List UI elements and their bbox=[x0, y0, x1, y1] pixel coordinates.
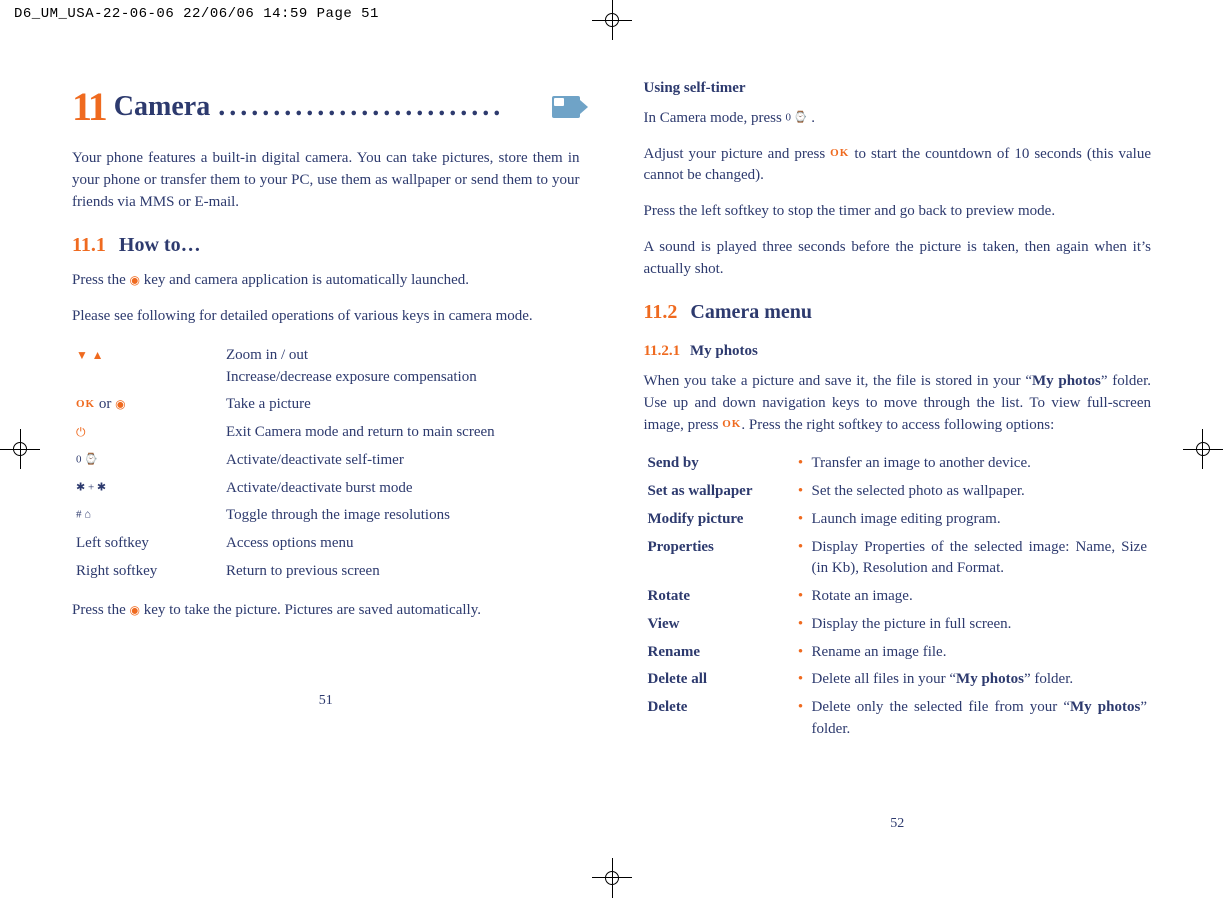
section-title: Camera menu bbox=[690, 301, 812, 323]
key-function-table: ▼ ▲ Zoom in / out Increase/decrease expo… bbox=[72, 342, 580, 586]
page-spread: 11 Camera .......................... You… bbox=[0, 28, 1223, 874]
intro-paragraph: Your phone features a built-in digital c… bbox=[72, 148, 580, 213]
key-desc: Access options menu bbox=[222, 530, 580, 558]
star-key-icon: ✱ + ✱ bbox=[76, 481, 106, 493]
option-name: Rename bbox=[644, 639, 794, 667]
camera-key-icon: ◉ bbox=[130, 273, 140, 287]
option-desc: Display the picture in full screen. bbox=[808, 611, 1152, 639]
key-desc: Activate/deactivate self-timer bbox=[222, 447, 580, 475]
text-run: key to take the picture. Pictures are sa… bbox=[144, 602, 481, 618]
folder-name: My photos bbox=[1070, 699, 1140, 715]
end-key-icon: ⏻ bbox=[76, 425, 86, 439]
chapter-heading: 11 Camera .......................... bbox=[72, 78, 580, 136]
page-number-right: 52 bbox=[644, 814, 1152, 834]
camera-key-icon: ◉ bbox=[115, 397, 125, 411]
key-desc: Exit Camera mode and return to main scre… bbox=[222, 419, 580, 447]
section-heading-11-1: 11.1 How to… bbox=[72, 231, 580, 260]
timer-heading: Using self-timer bbox=[644, 78, 1152, 100]
howto-p2: Please see following for detailed operat… bbox=[72, 306, 580, 328]
option-desc: Display Properties of the selected image… bbox=[808, 534, 1152, 584]
chapter-number: 11 bbox=[72, 78, 106, 136]
section-title: How to… bbox=[119, 234, 201, 256]
option-desc: Launch image editing program. bbox=[808, 506, 1152, 534]
timer-p1: In Camera mode, press 0 ⌚ . bbox=[644, 108, 1152, 130]
left-softkey-label: Left softkey bbox=[72, 530, 222, 558]
text-run: Delete all files in your “ bbox=[812, 671, 957, 687]
right-softkey-label: Right softkey bbox=[72, 558, 222, 586]
text-run: Press the bbox=[72, 272, 130, 288]
ok-key-icon: OK bbox=[830, 146, 849, 162]
hash-key-icon: # ⌂ bbox=[76, 509, 91, 521]
option-desc: Rename an image file. bbox=[808, 639, 1152, 667]
text-run: ” folder. bbox=[1024, 671, 1073, 687]
option-desc: Delete all files in your “My photos” fol… bbox=[808, 666, 1152, 694]
chapter-title: Camera bbox=[114, 87, 210, 128]
text-run: In Camera mode, press bbox=[644, 110, 786, 126]
text-run: Adjust your picture and press bbox=[644, 146, 831, 162]
subsection-heading: 11.2.1 My photos bbox=[644, 341, 1152, 363]
page-left: 11 Camera .......................... You… bbox=[72, 78, 580, 834]
option-name: View bbox=[644, 611, 794, 639]
ok-key-icon: OK bbox=[76, 397, 95, 413]
option-name: Delete all bbox=[644, 666, 794, 694]
folder-name: My photos bbox=[956, 671, 1024, 687]
text-run: . bbox=[811, 110, 815, 126]
key-desc: Take a picture bbox=[222, 391, 580, 419]
option-name: Properties bbox=[644, 534, 794, 584]
option-name: Send by bbox=[644, 450, 794, 478]
option-desc: Transfer an image to another device. bbox=[808, 450, 1152, 478]
nav-up-icon: ▲ bbox=[92, 348, 104, 362]
text-run: When you take a picture and save it, the… bbox=[644, 373, 1033, 389]
option-name: Delete bbox=[644, 694, 794, 744]
option-desc: Set the selected photo as wallpaper. bbox=[808, 478, 1152, 506]
subsection-number: 11.2.1 bbox=[644, 343, 681, 359]
zero-timer-key-icon: 0 ⌚ bbox=[76, 453, 98, 465]
nav-down-icon: ▼ bbox=[76, 348, 88, 362]
ok-key-icon: OK bbox=[722, 417, 741, 433]
zero-timer-key-icon: 0 ⌚ bbox=[786, 111, 808, 123]
howto-p3: Press the ◉ key to take the picture. Pic… bbox=[72, 600, 580, 622]
folder-name: My photos bbox=[1032, 373, 1101, 389]
text-run: . Press the right softkey to access foll… bbox=[741, 417, 1054, 433]
key-desc: Toggle through the image resolutions bbox=[222, 502, 580, 530]
option-desc: Rotate an image. bbox=[808, 583, 1152, 611]
option-desc: Delete only the selected file from your … bbox=[808, 694, 1152, 744]
options-table: Send by•Transfer an image to another dev… bbox=[644, 450, 1152, 743]
text-run: key and camera application is automatica… bbox=[144, 272, 469, 288]
section-number: 11.2 bbox=[644, 301, 678, 323]
subsection-title: My photos bbox=[690, 343, 758, 359]
page-right: Using self-timer In Camera mode, press 0… bbox=[644, 78, 1152, 834]
option-name: Set as wallpaper bbox=[644, 478, 794, 506]
text-run: Press the bbox=[72, 602, 130, 618]
text-run: Delete only the selected file from your … bbox=[812, 699, 1071, 715]
section-heading-11-2: 11.2 Camera menu bbox=[644, 298, 1152, 327]
key-desc: Activate/deactivate burst mode bbox=[222, 475, 580, 503]
howto-p1: Press the ◉ key and camera application i… bbox=[72, 270, 580, 292]
timer-p3: Press the left softkey to stop the timer… bbox=[644, 201, 1152, 223]
timer-p2: Adjust your picture and press OK to star… bbox=[644, 144, 1152, 188]
print-header: D6_UM_USA-22-06-06 22/06/06 14:59 Page 5… bbox=[0, 0, 1223, 28]
leader-dots: .......................... bbox=[218, 87, 539, 128]
camcorder-icon bbox=[552, 96, 580, 118]
section-number: 11.1 bbox=[72, 234, 106, 256]
option-name: Rotate bbox=[644, 583, 794, 611]
key-desc: Return to previous screen bbox=[222, 558, 580, 586]
camera-key-icon: ◉ bbox=[130, 603, 140, 617]
page-number-left: 51 bbox=[72, 691, 580, 711]
timer-p4: A sound is played three seconds before t… bbox=[644, 237, 1152, 281]
key-desc: Zoom in / out Increase/decrease exposure… bbox=[222, 342, 580, 392]
option-name: Modify picture bbox=[644, 506, 794, 534]
myphotos-paragraph: When you take a picture and save it, the… bbox=[644, 371, 1152, 436]
or-label: or bbox=[99, 396, 115, 412]
